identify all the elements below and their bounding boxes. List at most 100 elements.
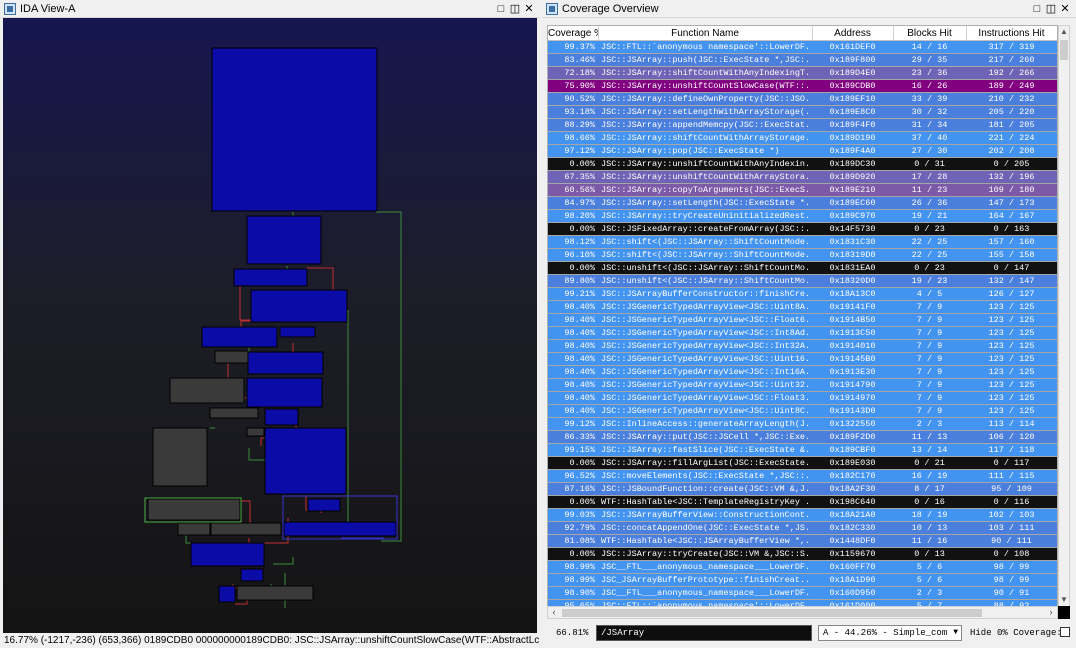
table-row[interactable]: 98.40% JSC::JSGenericTypedArrayView<JSC::… — [548, 326, 1057, 340]
table-row[interactable]: 83.46% JSC::JSArray::push(JSC::ExecState … — [548, 53, 1057, 67]
coverage-pct-cell: 98.90% — [548, 586, 598, 600]
table-row[interactable]: 99.12% JSC::InlineAccess::generateArrayLe… — [548, 417, 1057, 431]
table-row[interactable]: 98.40% JSC::JSGenericTypedArrayView<JSC::… — [548, 300, 1057, 314]
table-row[interactable]: 98.99% JSC_JSArrayBufferPrototype::finish… — [548, 573, 1057, 587]
table-row[interactable]: 0.00% JSC::JSFixedArray::createFromArray(… — [548, 222, 1057, 236]
table-row[interactable]: 86.33% JSC::JSArray::put(JSC::JSCell *,JS… — [548, 430, 1057, 444]
coverage-icon — [546, 2, 558, 15]
function-name-cell: JSC::JSGenericTypedArrayView<JSC::Uint8A… — [598, 300, 812, 314]
table-row[interactable]: 98.90% JSC__FTL___anonymous_namespace___L… — [548, 586, 1057, 600]
coverage-pct-cell: 99.03% — [548, 508, 598, 522]
column-header[interactable]: Address — [812, 26, 894, 41]
table-row[interactable]: 87.16% JSC::JSBoundFunction::create(JSC::… — [548, 482, 1057, 496]
table-row[interactable]: 96.10% JSC::shift<(JSC::JSArray::ShiftCou… — [548, 248, 1057, 262]
blocks-hit-cell: 18 / 19 — [893, 508, 966, 522]
address-cell: 0x189CBF0 — [812, 443, 893, 457]
function-name-cell: JSC::FTL::`anonymous namespace'::LowerDF… — [598, 40, 812, 54]
function-name-cell: JSC::unshift<(JSC::JSArray::ShiftCountMo… — [598, 261, 812, 275]
table-row[interactable]: 98.40% JSC::JSGenericTypedArrayView<JSC::… — [548, 391, 1057, 405]
column-header[interactable]: Function Name — [598, 26, 813, 41]
instructions-hit-cell: 102 / 103 — [966, 508, 1057, 522]
function-name-cell: JSC::JSGenericTypedArrayView<JSC::Uint8C… — [598, 404, 812, 418]
blocks-hit-cell: 16 / 26 — [893, 79, 966, 93]
function-name-cell: JSC::JSGenericTypedArrayView<JSC::Int32A… — [598, 339, 812, 353]
address-cell: 0x1322550 — [812, 417, 893, 431]
composition-select[interactable]: A - 44.26% - Simple_com ▼ — [818, 625, 962, 641]
table-row[interactable]: 88.29% JSC::JSArray::appendMemcpy(JSC::Ex… — [548, 118, 1057, 132]
scroll-left-icon[interactable]: ‹ — [548, 607, 560, 618]
table-row[interactable]: 0.00% WTF::HashTable<JSC::TemplateRegistr… — [548, 495, 1057, 509]
instructions-hit-cell: 123 / 125 — [966, 391, 1057, 405]
table-row[interactable]: 72.18% JSC::JSArray::shiftCountWithAnyInd… — [548, 66, 1057, 80]
blocks-hit-cell: 0 / 13 — [893, 547, 966, 561]
table-row[interactable]: 98.40% JSC::JSGenericTypedArrayView<JSC::… — [548, 378, 1057, 392]
function-name-cell: JSC::shift<(JSC::JSArray::ShiftCountMode… — [598, 248, 812, 262]
coverage-pct-cell: 88.29% — [548, 118, 598, 132]
table-row[interactable]: 89.80% JSC::unshift<(JSC::JSArray::ShiftC… — [548, 274, 1057, 288]
scroll-thumb[interactable] — [562, 609, 982, 617]
scroll-thumb[interactable] — [1060, 40, 1068, 60]
table-row[interactable]: 81.08% WTF::HashTable<JSC::JSArrayBufferV… — [548, 534, 1057, 548]
function-name-cell: JSC::JSArray::fastSlice(JSC::ExecState &… — [598, 443, 812, 457]
function-name-cell: JSC::JSArray::unshiftCountWithArrayStora… — [598, 170, 812, 184]
close-icon[interactable]: ✕ — [1058, 2, 1072, 15]
table-row[interactable]: 98.40% JSC::JSGenericTypedArrayView<JSC::… — [548, 352, 1057, 366]
scroll-up-icon[interactable]: ▲ — [1059, 26, 1069, 38]
instructions-hit-cell: 126 / 127 — [966, 287, 1057, 301]
table-row[interactable]: 98.99% JSC__FTL___anonymous_namespace___L… — [548, 560, 1057, 574]
table-row[interactable]: 98.12% JSC::shift<(JSC::JSArray::ShiftCou… — [548, 235, 1057, 249]
instructions-hit-cell: 0 / 163 — [966, 222, 1057, 236]
restore-icon[interactable]: □ — [494, 3, 508, 15]
address-cell: 0x182C170 — [812, 469, 893, 483]
table-row[interactable]: 0.00% JSC::unshift<(JSC::JSArray::ShiftCo… — [548, 261, 1057, 275]
table-row[interactable]: 99.15% JSC::JSArray::fastSlice(JSC::ExecS… — [548, 443, 1057, 457]
vertical-scrollbar[interactable]: ▲ ▼ — [1058, 25, 1070, 607]
table-row[interactable]: 90.52% JSC::JSArray::defineOwnProperty(JS… — [548, 92, 1057, 106]
table-row[interactable]: 60.56% JSC::JSArray::copyToArguments(JSC:… — [548, 183, 1057, 197]
table-row[interactable]: 84.97% JSC::JSArray::setLength(JSC::ExecS… — [548, 196, 1057, 210]
table-row[interactable]: 0.00% JSC::JSArray::unshiftCountWithAnyIn… — [548, 157, 1057, 171]
table-row[interactable]: 99.37% JSC::FTL::`anonymous namespace'::L… — [548, 40, 1057, 54]
address-cell: 0x189E210 — [812, 183, 893, 197]
table-row[interactable]: 75.90% JSC::JSArray::unshiftCountSlowCase… — [548, 79, 1057, 93]
float-icon[interactable]: ◫ — [508, 2, 522, 15]
graph-canvas[interactable] — [3, 18, 537, 633]
table-row[interactable]: 98.40% JSC::JSGenericTypedArrayView<JSC::… — [548, 313, 1057, 327]
blocks-hit-cell: 22 / 25 — [893, 248, 966, 262]
address-cell: 0x18A2F30 — [812, 482, 893, 496]
table-row[interactable]: 98.20% JSC::JSArray::tryCreateUninitializ… — [548, 209, 1057, 223]
float-icon[interactable]: ◫ — [1044, 2, 1058, 15]
column-header[interactable]: Blocks Hit — [893, 26, 967, 41]
table-row[interactable]: 92.79% JSC::concatAppendOne(JSC::ExecStat… — [548, 521, 1057, 535]
blocks-hit-cell: 19 / 23 — [893, 274, 966, 288]
restore-icon[interactable]: □ — [1030, 3, 1044, 15]
table-row[interactable]: 0.00% JSC::JSArray::tryCreate(JSC::VM &,J… — [548, 547, 1057, 561]
table-row[interactable]: 98.40% JSC::JSGenericTypedArrayView<JSC::… — [548, 365, 1057, 379]
blocks-hit-cell: 8 / 17 — [893, 482, 966, 496]
coverage-pane: Coverage Overview □ ◫ ✕ Coverage % Funct… — [542, 0, 1076, 648]
function-graph[interactable] — [3, 18, 537, 633]
table-row[interactable]: 98.66% JSC::JSArray::shiftCountWithArrayS… — [548, 131, 1057, 145]
table-row[interactable]: 0.00% JSC::JSArray::fillArgList(JSC::Exec… — [548, 456, 1057, 470]
table-row[interactable]: 96.52% JSC::moveElements(JSC::ExecState *… — [548, 469, 1057, 483]
table-row[interactable]: 99.03% JSC::JSArrayBufferView::Constructi… — [548, 508, 1057, 522]
table-row[interactable]: 97.12% JSC::JSArray::pop(JSC::ExecState *… — [548, 144, 1057, 158]
instructions-hit-cell: 155 / 158 — [966, 248, 1057, 262]
column-header[interactable]: Coverage % — [548, 26, 599, 41]
hide-zero-checkbox[interactable] — [1060, 627, 1070, 637]
close-icon[interactable]: ✕ — [522, 2, 536, 15]
instructions-hit-cell: 95 / 109 — [966, 482, 1057, 496]
column-header[interactable]: Instructions Hit — [966, 26, 1057, 41]
scroll-right-icon[interactable]: › — [1045, 607, 1057, 618]
blocks-hit-cell: 0 / 23 — [893, 222, 966, 236]
table-row[interactable]: 99.21% JSC::JSArrayBufferConstructor::fin… — [548, 287, 1057, 301]
scroll-down-icon[interactable]: ▼ — [1059, 594, 1069, 606]
horizontal-scrollbar[interactable]: ‹ › — [547, 606, 1058, 619]
coverage-table: Coverage % Function Name Address Blocks … — [548, 26, 1057, 606]
table-row[interactable]: 67.35% JSC::JSArray::unshiftCountWithArra… — [548, 170, 1057, 184]
table-row[interactable]: 93.18% JSC::JSArray::setLengthWithArraySt… — [548, 105, 1057, 119]
address-cell: 0x1914970 — [812, 391, 893, 405]
table-row[interactable]: 98.40% JSC::JSGenericTypedArrayView<JSC::… — [548, 339, 1057, 353]
table-row[interactable]: 98.40% JSC::JSGenericTypedArrayView<JSC::… — [548, 404, 1057, 418]
filter-input[interactable] — [596, 625, 812, 641]
